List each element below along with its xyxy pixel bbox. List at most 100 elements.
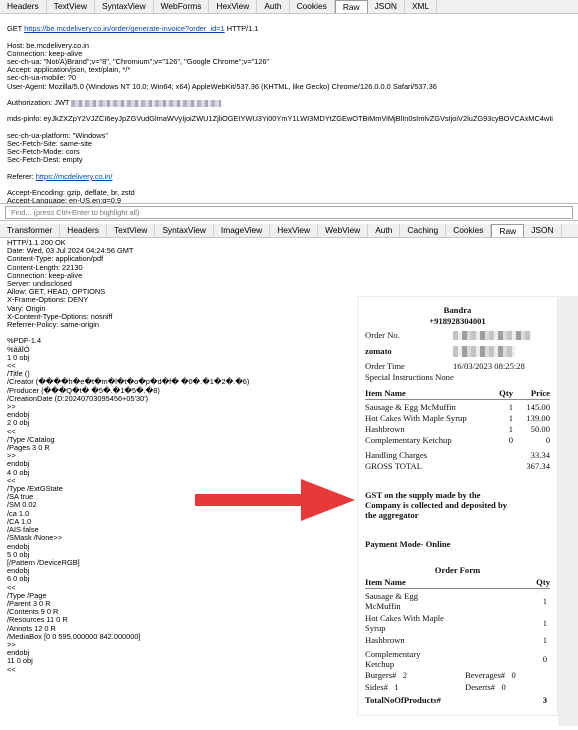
redacted-partner-id (453, 346, 515, 357)
response-tab-textview[interactable]: TextView (107, 224, 156, 237)
response-line (7, 329, 360, 337)
response-line: /Pages 3 0 R (7, 443, 50, 453)
red-arrow-icon (195, 479, 355, 521)
request-header-line: User-Agent: Mozilla/5.0 (Windows NT 10.0… (7, 81, 437, 91)
form-item-qty: 1 (542, 618, 547, 628)
request-tab-auth[interactable]: Auth (257, 0, 290, 13)
form-item-qty: 1 (542, 596, 547, 606)
referer-header: Referer: https://mcdelivery.co.in/ (7, 171, 113, 181)
request-tabbar: Headers TextView SyntaxView WebForms HexView… (0, 0, 578, 14)
sides-deserts-row: Sides# 1 Deserts# 0 (365, 682, 506, 692)
response-tab-auth[interactable]: Auth (368, 224, 401, 237)
item-price: 50.00 (530, 424, 550, 434)
request-tab-syntaxview[interactable]: SyntaxView (95, 0, 154, 13)
request-tab-json[interactable]: JSON (368, 0, 405, 13)
response-line: /Resources 11 0 R (7, 615, 68, 625)
request-tab-webforms[interactable]: WebForms (154, 0, 210, 13)
item-name: Hot Cakes With Maple Syrup (365, 413, 467, 423)
order-time-row: Order Time 16/03/2023 08:25:28 (365, 361, 525, 371)
invoice-item-row: Hashbrown 1 50.00 (365, 424, 550, 434)
response-line: 1 0 obj (7, 352, 30, 362)
form-item-line: Sausage & Egg (365, 591, 418, 601)
item-qty: 1 (508, 402, 513, 412)
request-tab-hexview[interactable]: HexView (209, 0, 258, 13)
form-item-line: Hot Cakes With Maple (365, 613, 444, 623)
items-divider (365, 399, 550, 400)
request-tab-raw[interactable]: Raw (334, 0, 368, 13)
form-divider (365, 588, 550, 589)
item-price: 0 (545, 435, 550, 445)
order-no-row: Order No. (365, 330, 550, 340)
response-line: >> (7, 402, 16, 412)
request-header-line: Sec-Fetch-Site: same-site (7, 139, 93, 149)
payment-mode: Payment Mode- Online (365, 539, 451, 549)
form-item-line: Ketchup (365, 659, 395, 669)
response-line: X-Frame-Options: DENY (7, 295, 89, 305)
response-tab-cookies[interactable]: Cookies (446, 224, 492, 237)
gross-total-row: GROSS TOTAL 367.34 (365, 461, 550, 471)
referer-link[interactable]: https://mcdelivery.co.in/ (36, 172, 113, 181)
request-tab-cookies[interactable]: Cookies (290, 0, 335, 13)
item-qty: 1 (508, 413, 513, 423)
response-line: << (7, 664, 16, 674)
store-phone: +918928304001 (429, 316, 486, 326)
response-line: 11 0 obj (7, 656, 33, 666)
invoice-item-row: Hot Cakes With Maple Syrup 1 139.00 (365, 413, 550, 423)
response-tab-caching[interactable]: Caching (400, 224, 447, 237)
response-line: << (7, 426, 16, 436)
response-tab-syntaxview[interactable]: SyntaxView (155, 224, 214, 237)
request-header-line: sec-ch-ua-platform: "Windows" (7, 130, 108, 140)
form-item-line: Complementary (365, 649, 421, 659)
response-tab-json[interactable]: JSON (524, 224, 562, 237)
item-qty: 0 (508, 435, 513, 445)
item-name: Sausage & Egg McMuffin (365, 402, 456, 412)
form-item-qty: 1 (542, 635, 547, 645)
request-header-line: Sec-Fetch-Mode: cors (7, 147, 80, 157)
response-tab-transformer[interactable]: Transformer (0, 224, 61, 237)
response-line: /Type /Page (7, 590, 47, 600)
request-header-line: Sec-Fetch-Dest: empty (7, 155, 83, 165)
response-line: endobj (7, 410, 30, 420)
order-form-row: Complementary Ketchup 0 (365, 649, 550, 669)
response-line: endobj (7, 541, 30, 551)
response-line: << (7, 361, 16, 371)
burgers-beverages-row: Burgers# 2 Beverages# 0 (365, 670, 516, 680)
item-qty: 1 (508, 424, 513, 434)
request-tab-headers[interactable]: Headers (0, 0, 47, 13)
request-header-line: Accept: application/json, text/plain, */… (7, 65, 131, 75)
request-tab-xml[interactable]: XML (405, 0, 438, 13)
response-line: Referrer-Policy: same-origin (7, 320, 99, 330)
find-input[interactable] (5, 206, 573, 219)
order-form-row: Sausage & Egg McMuffin 1 (365, 591, 550, 611)
form-item-line: McMuffin (365, 601, 401, 611)
request-url-link[interactable]: https://be.mcdelivery.co.in/order/genera… (24, 24, 225, 33)
store-name: Bandra (443, 305, 472, 315)
response-raw-view[interactable]: HTTP/1.1 200 OK Date: Wed, 03 Jul 2024 04… (0, 238, 360, 674)
response-tab-hexview[interactable]: HexView (270, 224, 319, 237)
response-line: %PDF-1.4 (7, 336, 42, 346)
mds-pinfo-header: mds-pinfo: eyJkZXZpY2VJZCI6eyJpZGVudGlma… (7, 115, 553, 124)
response-line: << (7, 582, 16, 592)
form-item-line: Hashbrown (365, 635, 405, 645)
viewer-background (558, 296, 578, 726)
special-instructions: Special Instructions None (365, 372, 454, 382)
response-line: endobj (7, 459, 30, 469)
item-price: 139.00 (526, 413, 550, 423)
response-tab-webview[interactable]: WebView (318, 224, 369, 237)
request-line: GET https://be.mcdelivery.co.in/order/ge… (7, 24, 259, 34)
response-tab-headers[interactable]: Headers (60, 224, 107, 237)
item-name: Complementary Ketchup (365, 435, 452, 445)
response-tab-raw[interactable]: Raw (491, 224, 525, 237)
find-bar (0, 203, 578, 221)
order-form-row: Hot Cakes With Maple Syrup 1 (365, 613, 550, 633)
form-item-qty: 0 (542, 654, 547, 664)
authorization-header: Authorization: JWT (7, 98, 578, 107)
request-tab-textview[interactable]: TextView (47, 0, 96, 13)
response-tab-imageview[interactable]: ImageView (214, 224, 271, 237)
gst-line-3: the aggregator (365, 510, 419, 520)
request-raw-view[interactable]: GET https://be.mcdelivery.co.in/order/ge… (0, 15, 578, 203)
response-line: endobj (7, 566, 30, 576)
response-line: 2 0 obj (7, 418, 30, 428)
response-line: /Type /Catalog (7, 434, 55, 444)
form-header: Item Name Qty (365, 577, 550, 587)
